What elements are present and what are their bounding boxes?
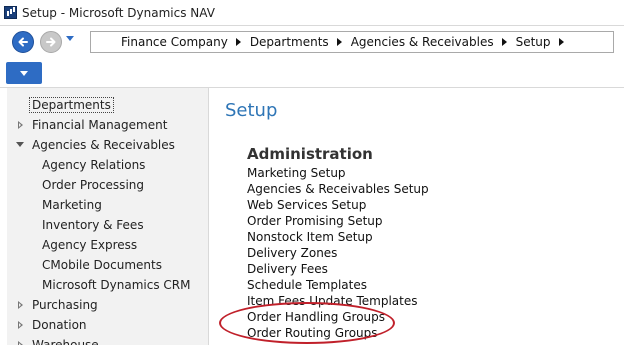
application-menu-button[interactable]	[6, 62, 42, 84]
breadcrumb-separator-icon[interactable]	[501, 38, 507, 46]
link-schedule-templates[interactable]: Schedule Templates	[247, 277, 367, 293]
forward-button[interactable]	[40, 31, 62, 53]
arrow-right-icon	[46, 37, 56, 47]
link-agencies-receivables-setup[interactable]: Agencies & Receivables Setup	[247, 181, 429, 197]
breadcrumb-departments[interactable]: Departments	[250, 35, 329, 49]
chevron-down-icon	[20, 70, 28, 76]
section-title-administration: Administration	[247, 145, 373, 163]
expand-icon[interactable]	[18, 121, 23, 129]
breadcrumb-finance-company[interactable]: Finance Company	[121, 35, 228, 49]
title-bar: Setup - Microsoft Dynamics NAV	[0, 0, 624, 26]
sidebar-item-purchasing[interactable]: Purchasing	[32, 295, 98, 315]
window-title: Setup - Microsoft Dynamics NAV	[22, 6, 215, 20]
sidebar-item-agency-relations[interactable]: Agency Relations	[42, 155, 145, 175]
highlight-annotation	[219, 302, 395, 344]
dynamics-nav-logo-icon	[4, 6, 17, 19]
navigation-bar: Finance Company Departments Agencies & R…	[0, 26, 624, 58]
link-nonstock-item-setup[interactable]: Nonstock Item Setup	[247, 229, 373, 245]
sidebar-item-agencies-receivables[interactable]: Agencies & Receivables	[32, 135, 175, 155]
expand-icon[interactable]	[18, 341, 23, 345]
sidebar: Departments Financial Management Agencie…	[7, 88, 209, 345]
expand-icon[interactable]	[18, 321, 23, 329]
collapse-icon[interactable]	[16, 142, 24, 147]
breadcrumb-separator-icon[interactable]	[336, 38, 342, 46]
address-bar[interactable]: Finance Company Departments Agencies & R…	[90, 31, 614, 53]
sidebar-item-inventory-fees[interactable]: Inventory & Fees	[42, 215, 144, 235]
sidebar-item-cmobile-documents[interactable]: CMobile Documents	[42, 255, 162, 275]
sidebar-item-microsoft-dynamics-crm[interactable]: Microsoft Dynamics CRM	[42, 275, 190, 295]
sidebar-item-financial-management[interactable]: Financial Management	[32, 115, 167, 135]
breadcrumb-separator-icon[interactable]	[235, 38, 241, 46]
sidebar-item-warehouse[interactable]: Warehouse	[32, 335, 99, 345]
back-button[interactable]	[12, 31, 34, 53]
sidebar-item-order-processing[interactable]: Order Processing	[42, 175, 144, 195]
history-dropdown-icon[interactable]	[66, 36, 74, 41]
sidebar-item-agency-express[interactable]: Agency Express	[42, 235, 137, 255]
link-delivery-fees[interactable]: Delivery Fees	[247, 261, 328, 277]
link-order-promising-setup[interactable]: Order Promising Setup	[247, 213, 383, 229]
breadcrumb-separator-icon[interactable]	[558, 38, 564, 46]
page-title: Setup	[225, 100, 278, 121]
breadcrumb-setup[interactable]: Setup	[516, 35, 551, 49]
link-delivery-zones[interactable]: Delivery Zones	[247, 245, 337, 261]
sidebar-item-marketing[interactable]: Marketing	[42, 195, 102, 215]
link-web-services-setup[interactable]: Web Services Setup	[247, 197, 366, 213]
breadcrumb-agencies-receivables[interactable]: Agencies & Receivables	[351, 35, 494, 49]
sidebar-item-departments[interactable]: Departments	[29, 97, 114, 113]
link-marketing-setup[interactable]: Marketing Setup	[247, 165, 346, 181]
expand-icon[interactable]	[18, 301, 23, 309]
arrow-left-icon	[18, 37, 28, 47]
sidebar-item-donation[interactable]: Donation	[32, 315, 87, 335]
